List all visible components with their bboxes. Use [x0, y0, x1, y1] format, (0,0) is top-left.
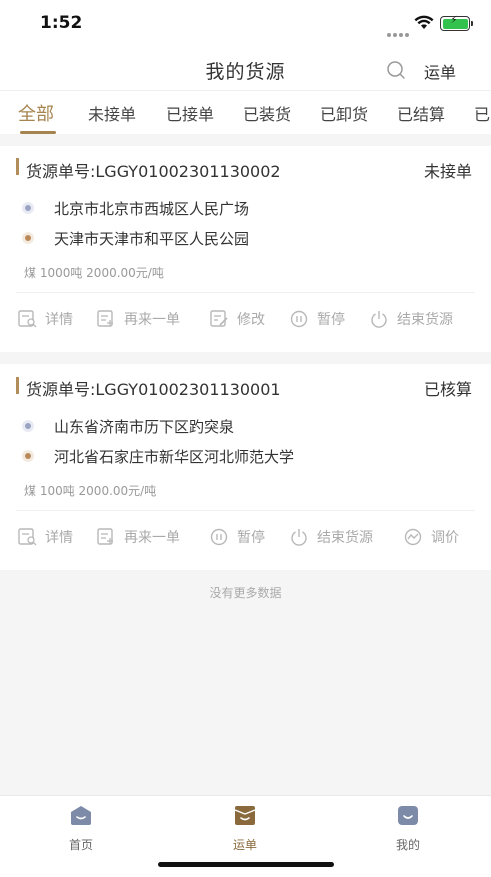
tab-loaded[interactable]: 已装货: [243, 101, 291, 125]
destination-dot-icon: [22, 450, 34, 462]
card-divider: [16, 292, 475, 293]
status-bar: 1:52: [0, 0, 491, 48]
waybill-link[interactable]: 运单: [424, 59, 456, 83]
profile-icon: [398, 806, 418, 825]
order-number: 货源单号:LGGY01002301130001: [26, 380, 281, 399]
filter-tabs: 全部 未接单 已接单 已装货 已卸货 已结算 已: [0, 90, 491, 134]
origin-address: 山东省济南市历下区趵突泉: [54, 418, 235, 436]
search-icon[interactable]: [385, 59, 407, 81]
trend-icon: [404, 528, 422, 546]
home-indicator: [158, 862, 334, 867]
power-icon: [291, 529, 307, 546]
card-accent-bar: [16, 158, 19, 175]
destination-address: 天津市天津市和平区人民公园: [54, 230, 250, 248]
pause-icon: [290, 310, 308, 328]
status-time: 1:52: [40, 13, 83, 33]
pause-icon: [210, 528, 228, 546]
origin-dot-icon: [22, 202, 34, 214]
tab-not-accepted[interactable]: 未接单: [88, 101, 136, 125]
tab-more[interactable]: 已: [474, 101, 490, 125]
order-card[interactable]: 货源单号:LGGY01002301130002 未接单 北京市北京市西城区人民广…: [0, 146, 491, 352]
tabbar-item-mine[interactable]: 我的: [368, 804, 448, 853]
battery-icon: [440, 15, 473, 31]
origin-address: 北京市北京市西城区人民广场: [54, 200, 250, 218]
edit-icon: [210, 310, 228, 327]
destination-address: 河北省石家庄市新华区河北师范大学: [54, 448, 295, 466]
list-end-message: 没有更多数据: [209, 586, 282, 600]
nav-bar: 我的货源 运单: [0, 48, 491, 90]
home-icon: [71, 806, 91, 825]
active-tab-indicator: [20, 131, 56, 134]
tab-settled[interactable]: 已结算: [397, 101, 445, 125]
page-title: 我的货源: [205, 61, 286, 83]
tabbar-item-home[interactable]: 首页: [41, 804, 121, 853]
origin-dot-icon: [22, 420, 34, 432]
detail-icon: [18, 310, 37, 328]
card-divider: [16, 510, 475, 511]
order-status: 已核算: [423, 380, 472, 399]
tabbar-item-waybill[interactable]: 运单: [205, 804, 285, 853]
cargo-info: 煤 1000吨 2000.00元/吨: [24, 266, 164, 280]
destination-dot-icon: [22, 232, 34, 244]
waybill-icon: [234, 806, 256, 825]
reorder-icon: [97, 310, 113, 327]
tab-all[interactable]: 全部: [18, 100, 54, 126]
wifi-icon: [414, 15, 434, 29]
reorder-icon: [97, 528, 113, 545]
order-number: 货源单号:LGGY01002301130002: [26, 162, 281, 181]
order-card[interactable]: 货源单号:LGGY01002301130001 已核算 山东省济南市历下区趵突泉…: [0, 364, 491, 570]
power-icon: [371, 311, 387, 328]
tab-accepted[interactable]: 已接单: [166, 101, 214, 125]
tab-unloaded[interactable]: 已卸货: [320, 101, 368, 125]
signal-icon: [387, 22, 411, 41]
cargo-info: 煤 100吨 2000.00元/吨: [24, 484, 157, 498]
order-status: 未接单: [423, 162, 472, 181]
card-accent-bar: [16, 377, 19, 394]
detail-icon: [18, 528, 37, 546]
